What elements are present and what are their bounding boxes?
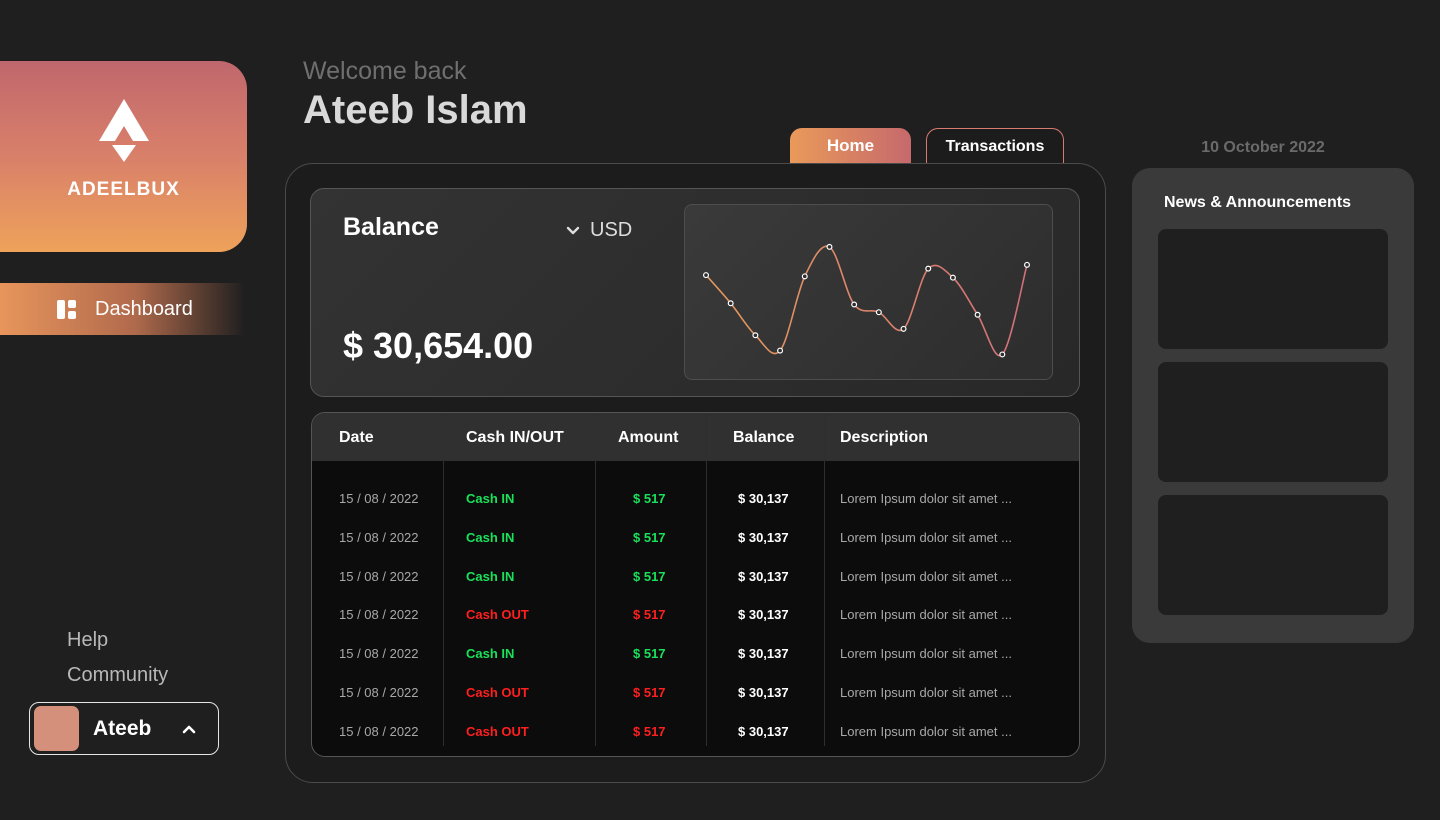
sparkline-points: [703, 243, 1031, 358]
column-header-date[interactable]: Date: [339, 429, 374, 447]
table-row[interactable]: 15 / 08 / 2022 Cash IN $ 517 $ 30,137 Lorem …: [312, 491, 1079, 530]
news-title: News & Announcements: [1164, 194, 1351, 211]
cell-date: 15 / 08 / 2022: [339, 685, 419, 700]
cell-cash-type: Cash IN: [466, 646, 515, 662]
column-header-amount[interactable]: Amount: [618, 429, 678, 447]
brand-name: ADEELBUX: [67, 179, 180, 200]
current-date: 10 October 2022: [1201, 139, 1325, 156]
sparkline-point: [826, 243, 833, 250]
avatar: [34, 706, 79, 751]
brand-card: ADEELBUX: [0, 61, 247, 252]
table-row[interactable]: 15 / 08 / 2022 Cash OUT $ 517 $ 30,137 Lorem…: [312, 607, 1079, 646]
dashboard-icon: [57, 299, 76, 319]
sparkline-point: [727, 300, 734, 307]
cell-amount: $ 517: [633, 568, 666, 584]
user-name: Ateeb: [93, 716, 152, 740]
cell-balance: $ 30,137: [738, 607, 789, 623]
cell-description: Lorem Ipsum dolor sit amet ...: [840, 529, 1012, 545]
cell-cash-type: Cash IN: [466, 568, 515, 584]
cell-balance: $ 30,137: [738, 646, 789, 662]
cell-date: 15 / 08 / 2022: [339, 607, 419, 623]
column-header-cash[interactable]: Cash IN/OUT: [466, 429, 564, 447]
column-header-description[interactable]: Description: [840, 429, 928, 447]
balance-chart: [684, 204, 1053, 380]
sparkline-point: [1024, 261, 1031, 268]
tab-transactions[interactable]: Transactions: [926, 128, 1064, 164]
chevron-down-icon: [566, 226, 580, 234]
cell-date: 15 / 08 / 2022: [339, 529, 419, 545]
cell-cash-type: Cash OUT: [466, 723, 529, 739]
news-item[interactable]: [1158, 495, 1388, 615]
balance-sparkline: [703, 243, 1031, 358]
cell-cash-type: Cash OUT: [466, 685, 529, 700]
tab-home[interactable]: Home: [790, 128, 911, 164]
cell-balance: $ 30,137: [738, 723, 789, 739]
cell-cash-type: Cash IN: [466, 529, 515, 545]
adeelbux-logo-icon: [98, 99, 149, 162]
cell-amount: $ 517: [633, 646, 666, 662]
sparkline-point: [949, 274, 956, 281]
cell-description: Lorem Ipsum dolor sit amet ...: [840, 491, 1012, 506]
cell-description: Lorem Ipsum dolor sit amet ...: [840, 607, 1012, 623]
page-title: Ateeb Islam: [303, 88, 528, 132]
user-menu-button[interactable]: Ateeb: [29, 702, 219, 755]
cell-amount: $ 517: [633, 685, 666, 700]
column-header-balance[interactable]: Balance: [733, 429, 794, 447]
sparkline-point: [801, 273, 808, 280]
cell-date: 15 / 08 / 2022: [339, 568, 419, 584]
cell-amount: $ 517: [633, 491, 666, 506]
sparkline-point: [900, 325, 907, 332]
transactions-table: Date Cash IN/OUT Amount Balance Descript…: [311, 412, 1080, 757]
welcome-text: Welcome back: [303, 57, 467, 85]
sparkline-path: [705, 245, 1028, 357]
cell-amount: $ 517: [633, 607, 666, 623]
sparkline-point: [875, 309, 882, 316]
table-row[interactable]: 15 / 08 / 2022 Cash IN $ 517 $ 30,137 Lorem …: [312, 646, 1079, 685]
sidebar-item-dashboard[interactable]: Dashboard: [0, 283, 245, 335]
cell-balance: $ 30,137: [738, 491, 789, 506]
table-row[interactable]: 15 / 08 / 2022 Cash OUT $ 517 $ 30,137 Lorem…: [312, 723, 1079, 756]
currency-label: USD: [590, 219, 633, 241]
table-row[interactable]: 15 / 08 / 2022 Cash OUT $ 517 $ 30,137 Lorem…: [312, 685, 1079, 724]
cell-description: Lorem Ipsum dolor sit amet ...: [840, 685, 1012, 700]
table-header: Date Cash IN/OUT Amount Balance Descript…: [312, 413, 1079, 461]
cell-date: 15 / 08 / 2022: [339, 646, 419, 662]
currency-select[interactable]: USD: [565, 219, 632, 242]
sparkline-point: [974, 311, 981, 318]
sparkline-point: [703, 272, 710, 279]
cell-cash-type: Cash OUT: [466, 607, 529, 623]
cell-description: Lorem Ipsum dolor sit amet ...: [840, 568, 1012, 584]
cell-balance: $ 30,137: [738, 568, 789, 584]
sparkline-point: [851, 301, 858, 308]
news-item[interactable]: [1158, 362, 1388, 482]
cell-description: Lorem Ipsum dolor sit amet ...: [840, 723, 1012, 739]
community-link[interactable]: Community: [67, 664, 168, 687]
news-panel: News & Announcements: [1132, 168, 1414, 643]
cell-balance: $ 30,137: [738, 685, 789, 700]
table-row[interactable]: 15 / 08 / 2022 Cash IN $ 517 $ 30,137 Lorem …: [312, 530, 1079, 569]
balance-card: Balance USD $ 30,654.00: [310, 188, 1080, 397]
cell-date: 15 / 08 / 2022: [339, 723, 419, 739]
table-row[interactable]: 15 / 08 / 2022 Cash IN $ 517 $ 30,137 Lorem …: [312, 569, 1079, 608]
help-link[interactable]: Help: [67, 629, 108, 652]
sparkline-point: [999, 351, 1006, 358]
cell-balance: $ 30,137: [738, 529, 789, 545]
cell-cash-type: Cash IN: [466, 491, 515, 506]
cell-date: 15 / 08 / 2022: [339, 491, 419, 506]
dashboard-page: ADEELBUX Dashboard Help Community Ateeb …: [0, 0, 1440, 820]
balance-title: Balance: [343, 213, 439, 241]
chevron-up-icon: [182, 725, 196, 733]
cell-description: Lorem Ipsum dolor sit amet ...: [840, 646, 1012, 662]
sidebar-item-label: Dashboard: [95, 297, 193, 320]
sparkline-point: [752, 332, 759, 339]
balance-amount: $ 30,654.00: [343, 325, 534, 366]
sparkline-point: [925, 265, 932, 272]
cell-amount: $ 517: [633, 723, 666, 739]
sparkline-point: [777, 347, 784, 354]
cell-amount: $ 517: [633, 529, 666, 545]
news-item[interactable]: [1158, 229, 1388, 349]
